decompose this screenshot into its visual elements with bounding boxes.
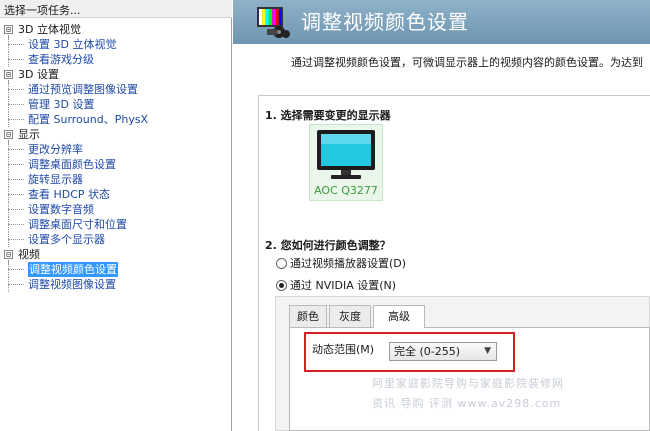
tree-category-3d-stereo[interactable]: ⊟ 3D 立体视觉 [0, 22, 232, 39]
radio-label: 通过 NVIDIA 设置(N) [290, 279, 397, 292]
tree-item-video-color[interactable]: 调整视频颜色设置 [0, 262, 232, 277]
task-tree: ⊟ 3D 立体视觉 设置 3D 立体视觉 查看游戏分级 ⊟ 3D 设置 通过预览… [0, 22, 232, 292]
tree-item-game-ratings[interactable]: 查看游戏分级 [0, 52, 232, 67]
tree-category-display[interactable]: ⊟ 显示 [0, 127, 232, 144]
tree-item-rotate[interactable]: 旋转显示器 [0, 172, 232, 187]
tree-item-label: 管理 3D 设置 [28, 98, 95, 111]
tree-item-multi-display[interactable]: 设置多个显示器 [0, 232, 232, 247]
tree-item-label: 设置多个显示器 [28, 233, 105, 246]
radio-nvidia-settings[interactable]: 通过 NVIDIA 设置(N) [276, 278, 396, 294]
tree-item-digital-audio[interactable]: 设置数字音频 [0, 202, 232, 217]
video-color-icon [257, 7, 290, 38]
tree-item-video-image[interactable]: 调整视频图像设置 [0, 277, 232, 292]
tree-item-setup-stereo[interactable]: 设置 3D 立体视觉 [0, 37, 232, 52]
section-color-method-title: 2. 您如何进行颜色调整？ [265, 239, 391, 252]
radio-label: 通过视频播放器设置(D) [290, 257, 407, 270]
tree-item-label: 查看 HDCP 状态 [28, 188, 111, 201]
tree-item-hdcp[interactable]: 查看 HDCP 状态 [0, 187, 232, 202]
tree-item-label: 设置数字音频 [28, 203, 94, 216]
tree-item-label: 调整视频图像设置 [28, 278, 116, 291]
tab-advanced[interactable]: 高级 [373, 305, 425, 328]
tree-category-label: 3D 立体视觉 [18, 23, 81, 36]
radio-circle[interactable] [276, 258, 287, 269]
task-header: 选择一项任务... [0, 0, 232, 18]
tree-category-3d-settings[interactable]: ⊟ 3D 设置 [0, 67, 232, 84]
header-band: 调整视频颜色设置 [233, 0, 650, 44]
dynamic-range-value: 完全 (0-255) [394, 345, 461, 358]
tree-category-video[interactable]: ⊟ 视频 [0, 247, 232, 264]
tree-item-label: 查看游戏分级 [28, 53, 94, 66]
page-description: 通过调整视频颜色设置，可微调显示器上的视频内容的颜色设置。为达到 [291, 56, 643, 69]
page-title: 调整视频颜色设置 [301, 10, 469, 34]
radio-video-player[interactable]: 通过视频播放器设置(D) [276, 256, 406, 272]
monitor-icon[interactable] [311, 126, 381, 181]
tab-gamma[interactable]: 灰度 [329, 305, 371, 327]
section-select-display-title: 1. 选择需要变更的显示器 [265, 109, 391, 122]
dynamic-range-select[interactable]: 完全 (0-255) ▼ [389, 342, 497, 361]
collapse-icon[interactable]: ⊟ [4, 70, 13, 79]
collapse-icon[interactable]: ⊟ [4, 250, 13, 259]
collapse-icon[interactable]: ⊟ [4, 130, 13, 139]
collapse-icon[interactable]: ⊟ [4, 25, 13, 34]
tree-item-label: 调整视频颜色设置 [28, 262, 118, 277]
tree-item-label: 配置 Surround、PhysX [28, 113, 149, 126]
watermark-line-1: 阿里家庭影院导购与家庭影院装修网 [372, 377, 564, 390]
tree-category-label: 显示 [18, 128, 40, 141]
tree-item-preview-image[interactable]: 通过预览调整图像设置 [0, 82, 232, 97]
tree-item-surround-physx[interactable]: 配置 Surround、PhysX [0, 112, 232, 127]
tree-item-label: 调整桌面尺寸和位置 [28, 218, 127, 231]
tree-item-resolution[interactable]: 更改分辨率 [0, 142, 232, 157]
tree-item-desktop-color[interactable]: 调整桌面颜色设置 [0, 157, 232, 172]
tree-item-label: 旋转显示器 [28, 173, 83, 186]
tab-color[interactable]: 颜色 [289, 305, 327, 327]
display-name: AOC Q3277 [314, 184, 378, 197]
task-tree-pane: 选择一项任务... ⊟ 3D 立体视觉 设置 3D 立体视觉 查看游戏分级 ⊟ … [0, 0, 232, 431]
watermark-line-2: 资讯 导购 评测 www.av298.com [372, 397, 562, 410]
radio-circle-checked[interactable] [276, 280, 287, 291]
tree-item-label: 调整桌面颜色设置 [28, 158, 116, 171]
tree-item-label: 更改分辨率 [28, 143, 83, 156]
watermark: 阿里家庭影院导购与家庭影院装修网 资讯 导购 评测 www.av298.com [372, 374, 648, 414]
tree-item-desktop-size[interactable]: 调整桌面尺寸和位置 [0, 217, 232, 232]
tree-category-label: 3D 设置 [18, 68, 59, 81]
tree-item-label: 通过预览调整图像设置 [28, 83, 138, 96]
tree-item-manage-3d[interactable]: 管理 3D 设置 [0, 97, 232, 112]
tree-category-label: 视频 [18, 248, 40, 261]
dynamic-range-label: 动态范围(M) [312, 343, 375, 356]
chevron-down-icon: ▼ [484, 346, 491, 356]
tree-item-label: 设置 3D 立体视觉 [28, 38, 117, 51]
